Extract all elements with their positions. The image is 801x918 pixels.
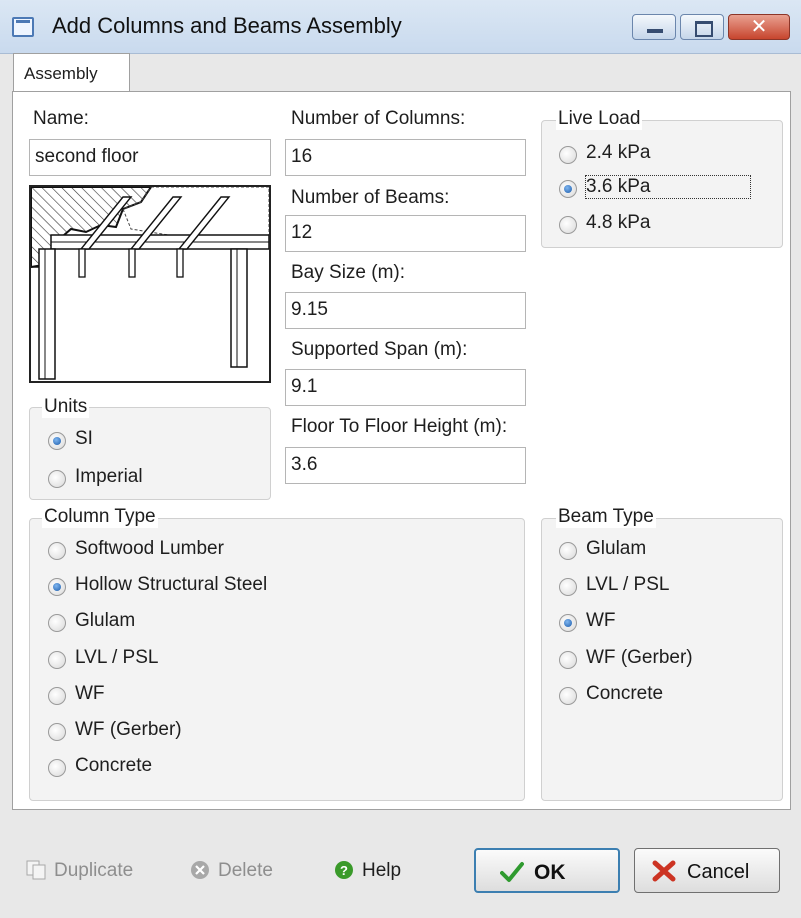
x-icon [651, 859, 677, 889]
units-si-radio[interactable]: SI [48, 428, 248, 456]
radio-icon [48, 759, 66, 777]
column-type-concrete-radio[interactable]: Concrete [48, 755, 508, 783]
radio-icon [559, 542, 577, 560]
columns-label: Number of Columns: [291, 108, 466, 129]
radio-selected-icon [48, 578, 66, 596]
cancel-label: Cancel [687, 861, 750, 883]
beams-label: Number of Beams: [291, 187, 450, 208]
radio-icon [48, 687, 66, 705]
bay-size-input[interactable]: 9.15 [285, 292, 526, 329]
column-type-softwood-radio[interactable]: Softwood Lumber [48, 538, 508, 566]
radio-selected-icon [559, 614, 577, 632]
close-button[interactable]: ✕ [728, 14, 790, 40]
radio-icon [559, 651, 577, 669]
cancel-button[interactable]: Cancel [634, 848, 780, 893]
dialog-window: Add Columns and Beams Assembly ✕ Assembl… [0, 0, 801, 918]
beam-type-wf-gerber-radio[interactable]: WF (Gerber) [559, 647, 769, 675]
floor-height-label: Floor To Floor Height (m): [291, 416, 508, 437]
svg-text:?: ? [340, 863, 348, 878]
floor-height-input[interactable]: 3.6 [285, 447, 526, 484]
duplicate-icon [26, 860, 46, 880]
column-type-glulam-radio[interactable]: Glulam [48, 610, 508, 638]
live-load-title: Live Load [556, 108, 643, 130]
units-imperial-radio[interactable]: Imperial [48, 466, 248, 494]
help-label: Help [362, 860, 402, 881]
delete-icon [190, 860, 210, 880]
check-icon [500, 861, 524, 889]
help-button[interactable]: ? Help [334, 860, 401, 882]
radio-icon [48, 614, 66, 632]
span-input[interactable]: 9.1 [285, 369, 526, 406]
window-icon [12, 17, 34, 37]
maximize-button[interactable] [680, 14, 724, 40]
live-load-3-6-radio[interactable]: 3.6 kPa [559, 175, 759, 204]
help-icon: ? [334, 860, 354, 880]
title-bar[interactable]: Add Columns and Beams Assembly ✕ [0, 0, 801, 54]
radio-icon [48, 470, 66, 488]
radio-icon [559, 146, 577, 164]
column-type-lvl-psl-radio[interactable]: LVL / PSL [48, 647, 508, 675]
tab-assembly[interactable]: Assembly [13, 53, 130, 92]
beam-type-concrete-radio[interactable]: Concrete [559, 683, 769, 711]
radio-icon [559, 578, 577, 596]
beams-input[interactable]: 12 [285, 215, 526, 252]
ok-button[interactable]: OK [474, 848, 620, 893]
duplicate-label: Duplicate [54, 860, 134, 881]
live-load-2-4-radio[interactable]: 2.4 kPa [559, 142, 759, 170]
column-type-wf-gerber-radio[interactable]: WF (Gerber) [48, 719, 508, 747]
radio-selected-icon [559, 180, 577, 198]
radio-icon [48, 723, 66, 741]
duplicate-button[interactable]: Duplicate [26, 860, 133, 882]
radio-icon [559, 216, 577, 234]
assembly-diagram [29, 185, 271, 383]
delete-label: Delete [218, 860, 273, 881]
radio-icon [48, 651, 66, 669]
column-type-title: Column Type [42, 506, 158, 528]
beam-type-title: Beam Type [556, 506, 656, 528]
radio-selected-icon [48, 432, 66, 450]
units-title: Units [42, 396, 90, 418]
radio-icon [48, 542, 66, 560]
window-title: Add Columns and Beams Assembly [52, 13, 402, 38]
beam-type-glulam-radio[interactable]: Glulam [559, 538, 769, 566]
bay-size-label: Bay Size (m): [291, 262, 406, 283]
name-label: Name: [33, 108, 89, 129]
span-label: Supported Span (m): [291, 339, 468, 360]
column-type-wf-radio[interactable]: WF [48, 683, 508, 711]
minimize-button[interactable] [632, 14, 676, 40]
beam-type-wf-radio[interactable]: WF [559, 610, 769, 638]
close-icon: ✕ [750, 16, 768, 38]
live-load-4-8-radio[interactable]: 4.8 kPa [559, 212, 759, 240]
name-input[interactable]: second floor [29, 139, 271, 176]
delete-button[interactable]: Delete [190, 860, 273, 882]
column-type-hss-radio[interactable]: Hollow Structural Steel [48, 574, 508, 602]
beam-type-lvl-psl-radio[interactable]: LVL / PSL [559, 574, 769, 602]
ok-label: OK [534, 861, 566, 884]
columns-input[interactable]: 16 [285, 139, 526, 176]
radio-icon [559, 687, 577, 705]
